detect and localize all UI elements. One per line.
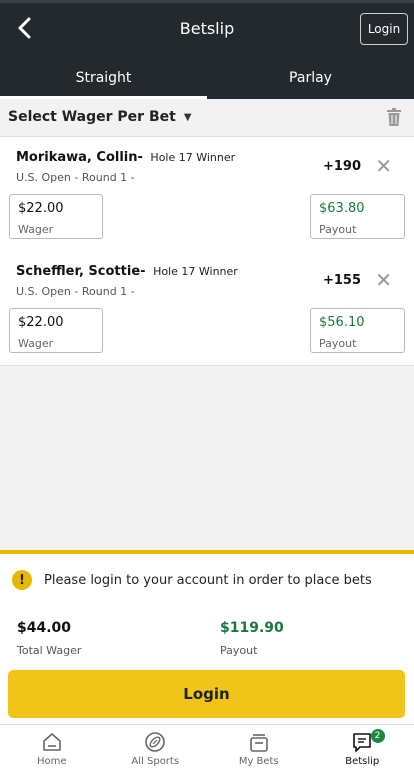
market-name: Hole 17 Winner <box>153 265 238 278</box>
bet-selection: Scheffler, Scottie- Hole 17 Winner <box>16 264 238 279</box>
nav-home[interactable]: Home <box>0 725 104 774</box>
event-name: U.S. Open - Round 1 - <box>16 171 135 184</box>
betslip-summary: ! Please login to your account in order … <box>0 550 414 724</box>
nav-betslip[interactable]: 2 Betslip <box>311 725 414 774</box>
football-icon <box>145 732 166 752</box>
total-payout-value: $119.90 <box>220 620 284 636</box>
payout-label: Payout <box>319 337 357 350</box>
select-wager-dropdown[interactable]: Select Wager Per Bet ▼ <box>8 109 192 125</box>
wager-input[interactable]: $22.00 Wager <box>9 194 103 239</box>
betslip-count-badge: 2 <box>370 729 385 743</box>
payout-value: $63.80 <box>319 201 365 216</box>
nav-all-sports[interactable]: All Sports <box>104 725 208 774</box>
nav-my-bets-label: My Bets <box>238 756 279 767</box>
trash-icon[interactable] <box>386 108 402 126</box>
event-name: U.S. Open - Round 1 - <box>16 285 135 298</box>
payout-field: $63.80 Payout <box>310 194 405 239</box>
bet-card: Scheffler, Scottie- Hole 17 Winner U.S. … <box>0 251 414 366</box>
tab-straight[interactable]: Straight <box>0 56 207 99</box>
wager-value: $22.00 <box>18 315 64 330</box>
payout-field: $56.10 Payout <box>310 308 405 353</box>
login-notice: ! Please login to your account in order … <box>12 570 372 590</box>
wager-label: Wager <box>18 223 54 236</box>
caret-down-icon: ▼ <box>183 111 192 123</box>
home-icon <box>42 733 61 751</box>
bet-type-tabs: Straight Parlay <box>0 56 414 99</box>
nav-my-bets[interactable]: My Bets <box>207 725 311 774</box>
app-header: Betslip Login <box>0 0 414 56</box>
payout-label: Payout <box>319 223 357 236</box>
remove-bet-icon[interactable]: ✕ <box>375 270 392 290</box>
bottom-nav: Home All Sports My Bets 2 Betslip <box>0 724 414 774</box>
select-wager-label: Select Wager Per Bet <box>8 109 176 125</box>
odds: +190 <box>322 159 361 174</box>
page-title: Betslip <box>179 19 235 38</box>
tab-parlay[interactable]: Parlay <box>207 56 414 99</box>
total-payout-label: Payout <box>220 644 258 657</box>
odds: +155 <box>322 273 361 288</box>
bet-card: Morikawa, Collin- Hole 17 Winner U.S. Op… <box>0 137 414 252</box>
bets-icon <box>249 734 268 752</box>
wager-input[interactable]: $22.00 Wager <box>9 308 103 353</box>
bet-selection: Morikawa, Collin- Hole 17 Winner <box>16 150 235 165</box>
nav-betslip-label: Betslip <box>345 756 380 767</box>
total-wager-value: $44.00 <box>17 620 72 636</box>
warning-icon: ! <box>12 570 32 590</box>
betslip-icon <box>353 733 372 752</box>
nav-all-sports-label: All Sports <box>131 756 180 767</box>
wager-label: Wager <box>18 337 54 350</box>
login-button[interactable]: Login <box>8 670 405 718</box>
nav-home-label: Home <box>36 756 67 767</box>
notice-text: Please login to your account in order to… <box>44 572 372 588</box>
payout-value: $56.10 <box>319 315 365 330</box>
total-wager-label: Total Wager <box>17 644 82 657</box>
remove-bet-icon[interactable]: ✕ <box>375 156 392 176</box>
wager-options-bar: Select Wager Per Bet ▼ <box>0 99 414 137</box>
market-name: Hole 17 Winner <box>150 151 236 164</box>
player-name: Morikawa, Collin- <box>16 150 143 165</box>
wager-value: $22.00 <box>18 201 64 216</box>
header-login-button[interactable]: Login <box>360 13 408 45</box>
player-name: Scheffler, Scottie- <box>16 264 146 279</box>
